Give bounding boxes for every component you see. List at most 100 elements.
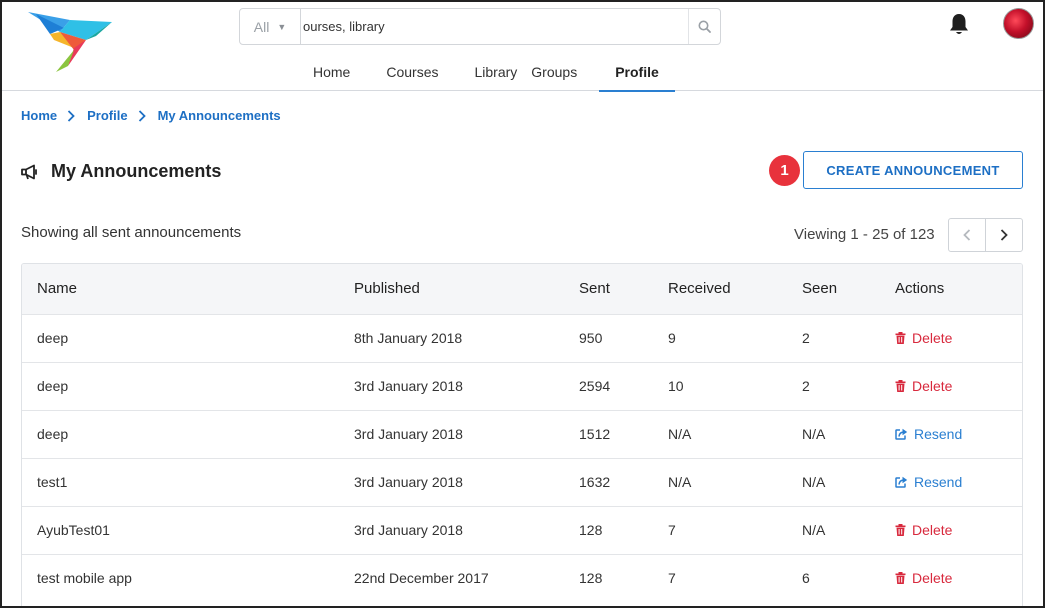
breadcrumb-profile[interactable]: Profile xyxy=(87,108,127,123)
table-row: test mobile app 22nd December 2017 128 7 6 De… xyxy=(22,554,1022,602)
cell-name[interactable]: test mobile app xyxy=(22,554,354,602)
cell-name[interactable]: deep xyxy=(22,362,354,410)
nav-profile[interactable]: Profile xyxy=(599,52,675,92)
delete-button[interactable]: Delete xyxy=(895,330,952,346)
cell-sent: 1512 xyxy=(579,426,611,442)
cell-name[interactable]: test1 xyxy=(22,458,354,506)
cell-received: 7 xyxy=(668,570,676,587)
list-description: Showing all sent announcements xyxy=(21,224,242,241)
cell-published: 3rd January 2018 xyxy=(354,378,463,394)
table-row: deep 8th January 2018 950 9 2 Delete xyxy=(22,314,1022,362)
nav-home[interactable]: Home xyxy=(295,52,368,91)
cell-actions: Delete xyxy=(895,314,1022,362)
table-row: AyubTest01 3rd January 2018 128 7 N/A Delete xyxy=(22,506,1022,554)
search-filter-dropdown[interactable]: All ▼ xyxy=(240,9,301,44)
cell-name[interactable]: deep xyxy=(22,410,354,458)
search-icon xyxy=(698,20,711,33)
table-row: deep 3rd January 2018 1512 N/A N/A Resend xyxy=(22,410,1022,458)
user-avatar[interactable] xyxy=(1003,8,1034,39)
caret-down-icon: ▼ xyxy=(277,21,287,32)
cell-name[interactable]: deep xyxy=(22,314,354,362)
cell-received: N/A xyxy=(668,474,692,490)
action-label: Delete xyxy=(912,377,953,394)
action-label: Delete xyxy=(912,569,953,586)
hummingbird-logo[interactable] xyxy=(26,10,116,74)
cell-seen: 2 xyxy=(802,378,810,394)
announcements-table: Name Published Sent Received Seen Action… xyxy=(21,263,1023,608)
column-header-seen[interactable]: Seen xyxy=(802,264,895,314)
cell-published: 22nd December 2017 xyxy=(354,570,489,587)
bell-icon[interactable] xyxy=(948,12,970,36)
main-nav: Home Courses Library Groups Profile xyxy=(295,52,675,92)
page-title: My Announcements xyxy=(51,161,222,181)
cell-received: 10 xyxy=(668,378,684,394)
search-button[interactable] xyxy=(688,9,720,44)
cell-sent: 950 xyxy=(579,330,603,346)
step-badge: 1 xyxy=(769,155,800,186)
resend-button[interactable]: Resend xyxy=(895,426,962,442)
cell-received: 7 xyxy=(668,522,676,538)
action-label: Delete xyxy=(912,521,953,538)
cell-seen: 6 xyxy=(802,570,810,587)
cell-published: 3rd January 2018 xyxy=(354,426,463,442)
action-label: Resend xyxy=(914,425,963,442)
action-label: Delete xyxy=(912,329,953,346)
create-announcement-button[interactable]: CREATE ANNOUNCEMENT xyxy=(803,151,1023,189)
column-header-actions: Actions xyxy=(895,280,945,298)
cell-actions: Resend xyxy=(895,410,1022,458)
delete-button[interactable]: Delete xyxy=(895,522,952,538)
cell-published: 3rd January 2018 xyxy=(354,522,463,538)
cell-sent: 128 xyxy=(579,570,603,587)
column-header-received[interactable]: Received xyxy=(668,264,802,314)
chevron-right-icon xyxy=(138,109,148,123)
nav-courses[interactable]: Courses xyxy=(368,52,456,91)
cell-actions: Delete xyxy=(895,506,1022,554)
cell-actions: Delete xyxy=(895,362,1022,410)
nav-groups[interactable]: Groups xyxy=(524,52,595,91)
pagination-status: Viewing 1 - 25 of 123 xyxy=(794,226,935,243)
cell-sent: 128 xyxy=(579,522,603,538)
breadcrumb: Home Profile My Announcements xyxy=(21,108,281,123)
search-input[interactable] xyxy=(301,9,688,44)
search-filter-label: All xyxy=(253,18,270,35)
megaphone-icon xyxy=(21,164,37,179)
cell-sent: 1632 xyxy=(579,474,611,490)
trash-icon xyxy=(895,379,906,392)
column-header-sent[interactable]: Sent xyxy=(579,264,668,314)
table-header-row: Name Published Sent Received Seen Action… xyxy=(22,264,1022,314)
delete-button[interactable]: Delete xyxy=(895,378,952,394)
top-header: All ▼ Home Courses Library Groups Profil… xyxy=(0,0,1045,92)
chevron-right-icon xyxy=(67,109,77,123)
page-header: My Announcements xyxy=(21,161,221,182)
share-icon xyxy=(895,476,908,488)
next-page-button[interactable] xyxy=(985,219,1022,251)
cell-seen: N/A xyxy=(802,522,826,538)
cell-name[interactable]: AyubTest01 xyxy=(22,506,354,554)
table-row: deep 3rd January 2018 2594 10 2 Delete xyxy=(22,362,1022,410)
column-header-name[interactable]: Name xyxy=(22,264,354,314)
pagination-controls xyxy=(948,218,1023,252)
cell-actions: Delete xyxy=(895,554,1022,602)
cell-sent: 2594 xyxy=(579,378,611,394)
chevron-right-icon xyxy=(1000,229,1008,241)
column-header-published[interactable]: Published xyxy=(354,264,579,314)
breadcrumb-current[interactable]: My Announcements xyxy=(158,108,281,123)
cell-published: 3rd January 2018 xyxy=(354,474,463,490)
cell-seen: 2 xyxy=(802,330,810,346)
action-label: Resend xyxy=(914,473,963,490)
breadcrumb-home[interactable]: Home xyxy=(21,108,57,123)
cell-seen: N/A xyxy=(802,474,826,490)
nav-library[interactable]: Library xyxy=(457,52,525,91)
cell-actions: Resend xyxy=(895,458,1022,506)
trash-icon xyxy=(895,331,906,344)
search-bar: All ▼ xyxy=(239,8,721,45)
delete-button[interactable]: Delete xyxy=(895,570,952,586)
prev-page-button[interactable] xyxy=(949,219,985,251)
resend-button[interactable]: Resend xyxy=(895,474,962,490)
cell-seen: N/A xyxy=(802,426,826,442)
chevron-left-icon xyxy=(963,229,971,241)
trash-icon xyxy=(895,523,906,536)
share-icon xyxy=(895,428,908,440)
cell-received: 9 xyxy=(668,330,676,346)
trash-icon xyxy=(895,571,906,584)
